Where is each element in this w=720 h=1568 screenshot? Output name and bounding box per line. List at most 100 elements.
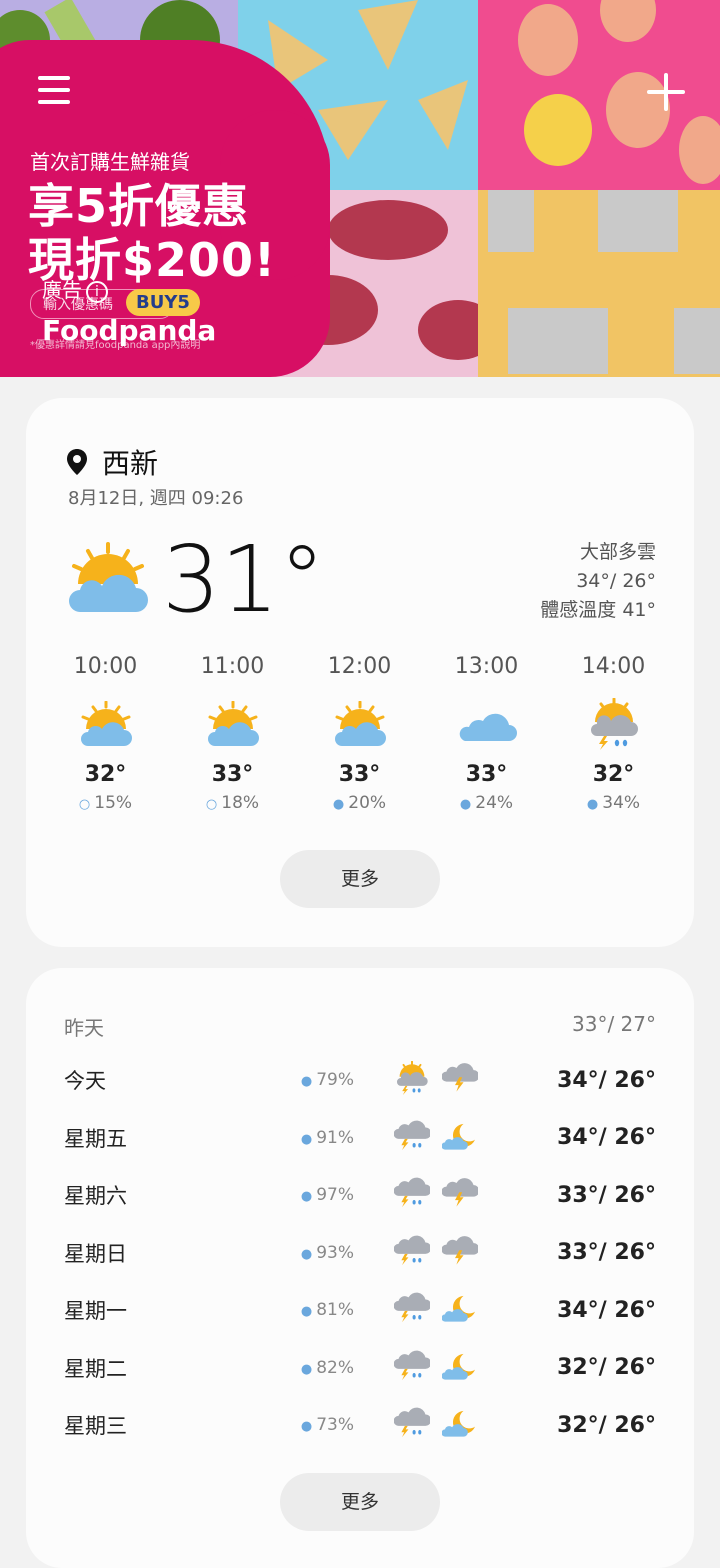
thunder-rain-icon — [393, 1349, 434, 1387]
day-rain: ● 97% — [244, 1185, 354, 1205]
day-hi-lo: 32°/ 26° — [557, 1412, 656, 1438]
daily-forecast-card[interactable]: 昨天 33°/ 27° 今天 ● 79% 34°/ 26° 星期五 ● 91% 34°/ 26… — [26, 968, 694, 1568]
hour-rain: ● 20% — [296, 793, 423, 813]
day-rain: ● 82% — [244, 1358, 354, 1378]
feels-like: 體感溫度 41° — [540, 599, 656, 621]
moon-cloud-icon — [441, 1121, 482, 1155]
thunder-rain-icon — [393, 1176, 434, 1214]
rain-chance: 82% — [316, 1357, 354, 1378]
daily-row[interactable]: 星期三 ● 73% 32°/ 26° — [64, 1405, 656, 1445]
yesterday-hi-lo: 33°/ 27° — [572, 1012, 656, 1036]
raindrop-icon: ● — [300, 1361, 313, 1377]
hour-temp: 33° — [211, 762, 254, 787]
day-rain: ● 79% — [244, 1070, 354, 1090]
sun-thunder-rain-icon — [394, 1060, 434, 1099]
day-rain: ● 73% — [244, 1415, 354, 1435]
day-name: 星期二 — [64, 1356, 127, 1381]
raindrop-icon: ● — [300, 1304, 313, 1319]
cloud-thunder-icon — [441, 1063, 482, 1097]
thunder-rain-icon — [393, 1234, 434, 1272]
day-name: 今天 — [64, 1069, 106, 1093]
day-name: 星期五 — [64, 1126, 127, 1151]
yesterday-row: 昨天 33°/ 27° — [64, 1012, 656, 1041]
rain-chance: 81% — [316, 1300, 354, 1320]
partly-sunny-icon — [69, 542, 148, 612]
ad-label-text: 廣告 — [42, 278, 82, 302]
hour-rain: ● 34% — [550, 793, 677, 813]
hour-time: 10:00 — [73, 654, 138, 679]
raindrop-icon: ● — [459, 797, 472, 812]
day-rain: ● 91% — [244, 1128, 354, 1148]
day-hi-lo: 33°/ 26° — [557, 1182, 656, 1208]
raindrop-icon: ● — [300, 1246, 313, 1262]
daily-row[interactable]: 今天 ● 79% 34°/ 26° — [64, 1060, 656, 1100]
hour-rain: ● 24% — [423, 793, 550, 813]
daily-row[interactable]: 星期二 ● 82% 32°/ 26° — [64, 1348, 656, 1388]
day-hi-lo: 32°/ 26° — [557, 1355, 656, 1380]
day-name: 星期日 — [64, 1241, 127, 1266]
hour-temp: 33° — [338, 762, 381, 787]
hourly-item: 11:00 33° ○ 18% — [169, 654, 296, 813]
current-weather-card[interactable]: 西新 8月12日, 週四 09:26 31° 大部多雲 34°/ 26° 體感溫… — [26, 398, 694, 947]
cloud-thunder-icon — [441, 1235, 482, 1270]
day-rain: ● 81% — [244, 1300, 354, 1320]
ad-banner[interactable]: 首次訂購生鮮雜貨 享5折優惠 現折$200! 輸入優惠碼 BUY5 廣告 i Fo… — [0, 0, 720, 377]
yesterday-label: 昨天 — [64, 1016, 104, 1040]
cloud-icon — [423, 694, 550, 754]
raindrop-icon: ● — [300, 1131, 313, 1147]
day-hi-lo: 34°/ 26° — [557, 1125, 656, 1150]
ad-label[interactable]: 廣告 i — [42, 274, 108, 303]
daily-row[interactable]: 星期一 ● 81% 34°/ 26° — [64, 1290, 656, 1330]
day-rain: ● 93% — [244, 1243, 354, 1263]
hourly-item: 12:00 33° ● 20% — [296, 654, 423, 813]
daily-row[interactable]: 星期五 ● 91% 34°/ 26° — [64, 1118, 656, 1158]
rain-chance: 91% — [316, 1127, 354, 1148]
rain-chance: 73% — [316, 1415, 354, 1435]
daily-more-button[interactable]: 更多 — [280, 1473, 440, 1531]
thunder-rain-icon — [393, 1291, 434, 1329]
add-location-icon[interactable] — [647, 73, 685, 111]
rain-chance: 18% — [221, 793, 260, 813]
location-pin-icon — [67, 449, 87, 475]
day-name: 星期一 — [64, 1299, 127, 1323]
hi-lo-temp: 34°/ 26° — [576, 570, 656, 592]
current-conditions: 大部多雲 34°/ 26° 體感溫度 41° — [540, 538, 656, 625]
rain-chance: 15% — [94, 793, 133, 813]
hour-time: 12:00 — [327, 654, 392, 679]
hourly-item: 14:00 32° ● 34% — [550, 654, 677, 813]
ad-fine-print: *優惠詳情請見foodpanda app內說明 — [30, 340, 201, 351]
location-name: 西新 — [102, 447, 159, 480]
hourly-more-button[interactable]: 更多 — [280, 850, 440, 908]
raindrop-icon: ○ — [78, 797, 91, 812]
rain-chance: 34% — [602, 793, 641, 813]
raindrop-icon: ● — [300, 1074, 313, 1089]
menu-icon[interactable] — [38, 76, 70, 106]
update-datetime: 8月12日, 週四 09:26 — [68, 488, 244, 509]
partly-sunny-icon — [169, 694, 296, 754]
rain-chance: 93% — [316, 1242, 354, 1263]
hour-time: 14:00 — [581, 654, 646, 679]
hour-rain: ○ 15% — [42, 793, 169, 813]
rain-chance: 97% — [316, 1185, 354, 1205]
raindrop-icon: ○ — [205, 797, 218, 812]
day-hi-lo: 34°/ 26° — [557, 1067, 656, 1093]
raindrop-icon: ● — [586, 797, 599, 812]
info-icon[interactable]: i — [86, 280, 108, 303]
hourly-item: 10:00 32° ○ 15% — [42, 654, 169, 813]
hourly-forecast[interactable]: 10:00 32° ○ 15% 11:00 33° ○ 18% 12:00 33° … — [42, 654, 678, 813]
day-name: 星期三 — [64, 1414, 127, 1438]
hour-time: 13:00 — [454, 654, 519, 679]
partly-sunny-icon — [296, 694, 423, 754]
location[interactable]: 西新 — [66, 442, 158, 482]
thunder-rain-icon — [393, 1119, 434, 1157]
hourly-item: 13:00 33° ● 24% — [423, 654, 550, 813]
batteries-image — [478, 190, 720, 377]
condition-text: 大部多雲 — [579, 541, 656, 563]
day-hi-lo: 33°/ 26° — [557, 1240, 656, 1265]
hour-temp: 33° — [465, 762, 508, 787]
moon-cloud-icon — [441, 1408, 482, 1442]
rain-chance: 20% — [348, 793, 387, 813]
raindrop-icon: ● — [332, 797, 345, 812]
daily-row[interactable]: 星期六 ● 97% 33°/ 26° — [64, 1175, 656, 1215]
daily-row[interactable]: 星期日 ● 93% 33°/ 26° — [64, 1233, 656, 1273]
